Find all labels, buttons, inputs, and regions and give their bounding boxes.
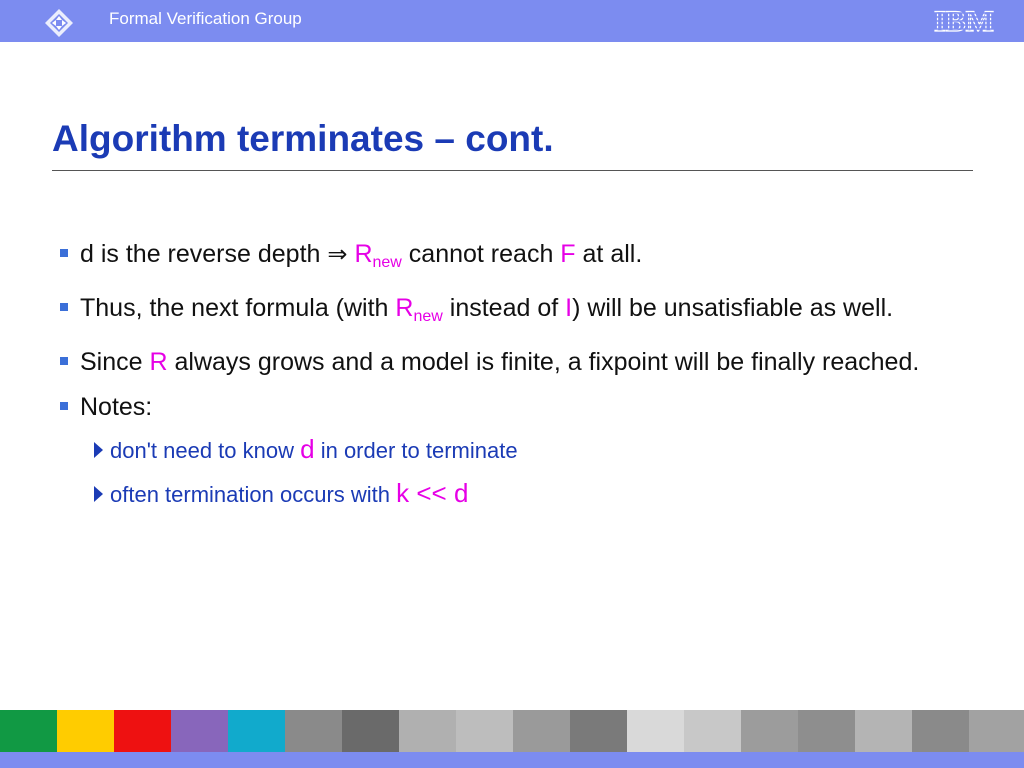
square-bullet-icon <box>60 249 68 257</box>
implies-arrow: ⇒ <box>327 240 348 268</box>
bullet-fixpoint: Since R always grows and a model is fini… <box>58 344 958 380</box>
footer-tile <box>399 710 456 752</box>
footer-tile <box>456 710 513 752</box>
footer-tile <box>57 710 114 752</box>
k-less-d-expression: k << d <box>396 478 469 508</box>
footer-tile <box>570 710 627 752</box>
bullet-text: d is the reverse depth <box>80 240 328 268</box>
footer-image-strip <box>0 710 1024 752</box>
slide-content: d is the reverse depth ⇒ Rnew cannot rea… <box>58 236 958 522</box>
header-bar: Formal Verification Group IBM <box>0 0 1024 42</box>
bullet-notes: Notes: <box>58 389 958 425</box>
footer-tile <box>171 710 228 752</box>
f-symbol: F <box>560 240 576 268</box>
r-new-symbol: Rnew <box>395 294 443 325</box>
diamond-arrows-logo-icon <box>45 9 73 37</box>
footer-tile <box>228 710 285 752</box>
title-divider <box>52 170 973 171</box>
footer-tile <box>114 710 171 752</box>
footer-tile <box>342 710 399 752</box>
footer-tile <box>684 710 741 752</box>
footer-tile <box>912 710 969 752</box>
subbullet-termination: often termination occurs with k << d <box>58 478 958 510</box>
group-name: Formal Verification Group <box>109 9 302 28</box>
square-bullet-icon <box>60 357 68 365</box>
footer-tile <box>798 710 855 752</box>
footer-tile <box>969 710 1024 752</box>
r-symbol: R <box>149 348 168 376</box>
footer-tile <box>285 710 342 752</box>
footer-tile <box>0 710 57 752</box>
ibm-logo: IBM <box>928 6 1000 36</box>
bullet-next-formula: Thus, the next formula (with Rnew instea… <box>58 290 958 335</box>
bullet-reverse-depth: d is the reverse depth ⇒ Rnew cannot rea… <box>58 236 958 281</box>
footer-bar <box>0 752 1024 768</box>
square-bullet-icon <box>60 402 68 410</box>
triangle-bullet-icon <box>94 442 103 458</box>
footer-tile <box>513 710 570 752</box>
footer-tile <box>855 710 912 752</box>
footer-tile <box>627 710 684 752</box>
square-bullet-icon <box>60 303 68 311</box>
subbullet-dont-need-d: don't need to know d in order to termina… <box>58 434 958 466</box>
slide-title: Algorithm terminates – cont. <box>52 118 554 159</box>
triangle-bullet-icon <box>94 486 103 502</box>
footer-tile <box>741 710 798 752</box>
d-symbol: d <box>300 434 315 464</box>
r-new-symbol: Rnew <box>354 240 402 271</box>
